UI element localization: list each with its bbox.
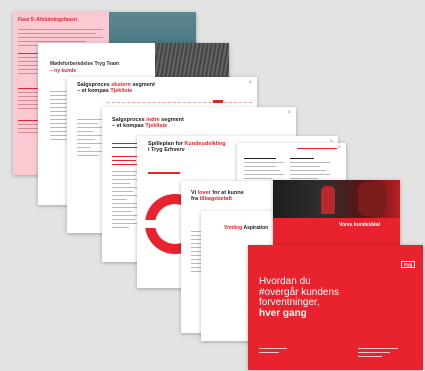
page-title: Vi lover for at kunne fra tilbagebetalt: [191, 190, 244, 203]
red-subheading: [148, 172, 180, 174]
page-vores-kundeideal: Vores kundeidéal: [273, 180, 400, 250]
cover-page: tryg Hvordan du #overgår kundens forvent…: [248, 245, 423, 370]
dashed-divider: [107, 102, 252, 103]
cover-footer-right: [358, 348, 398, 360]
body-text: [77, 119, 103, 159]
header-rule: [297, 148, 337, 149]
close-icon: ×: [337, 145, 341, 151]
page-heading: Vinding Aspiration: [224, 225, 269, 231]
close-icon: ×: [287, 110, 291, 116]
runner-photo: [273, 180, 400, 218]
banner-text: Vores kundeidéal: [339, 222, 381, 228]
runner-figure: [321, 186, 335, 214]
progress-marker: [213, 100, 223, 103]
document-collage: Fase 5: Afslutningsfasen Mødeforberedels…: [0, 0, 425, 371]
page-title: Salgsproces ekstern segment – et kompas …: [77, 82, 155, 95]
page-title: Mødeforberedelse Tryg Team – ny kunde: [50, 61, 120, 74]
page-title: Fase 5: Afslutningsfasen: [18, 17, 77, 23]
tryg-logo: tryg: [401, 261, 415, 268]
cover-headline: Hvordan du #overgår kundens forventninge…: [259, 276, 340, 319]
page-title: Spilleplan for Kundeudvikling i Tryg Erh…: [148, 141, 226, 154]
close-icon: ×: [248, 80, 252, 86]
page-title: Salgsproces indre segment – et kompas Tj…: [112, 117, 184, 130]
cover-footer-left: [259, 348, 287, 356]
